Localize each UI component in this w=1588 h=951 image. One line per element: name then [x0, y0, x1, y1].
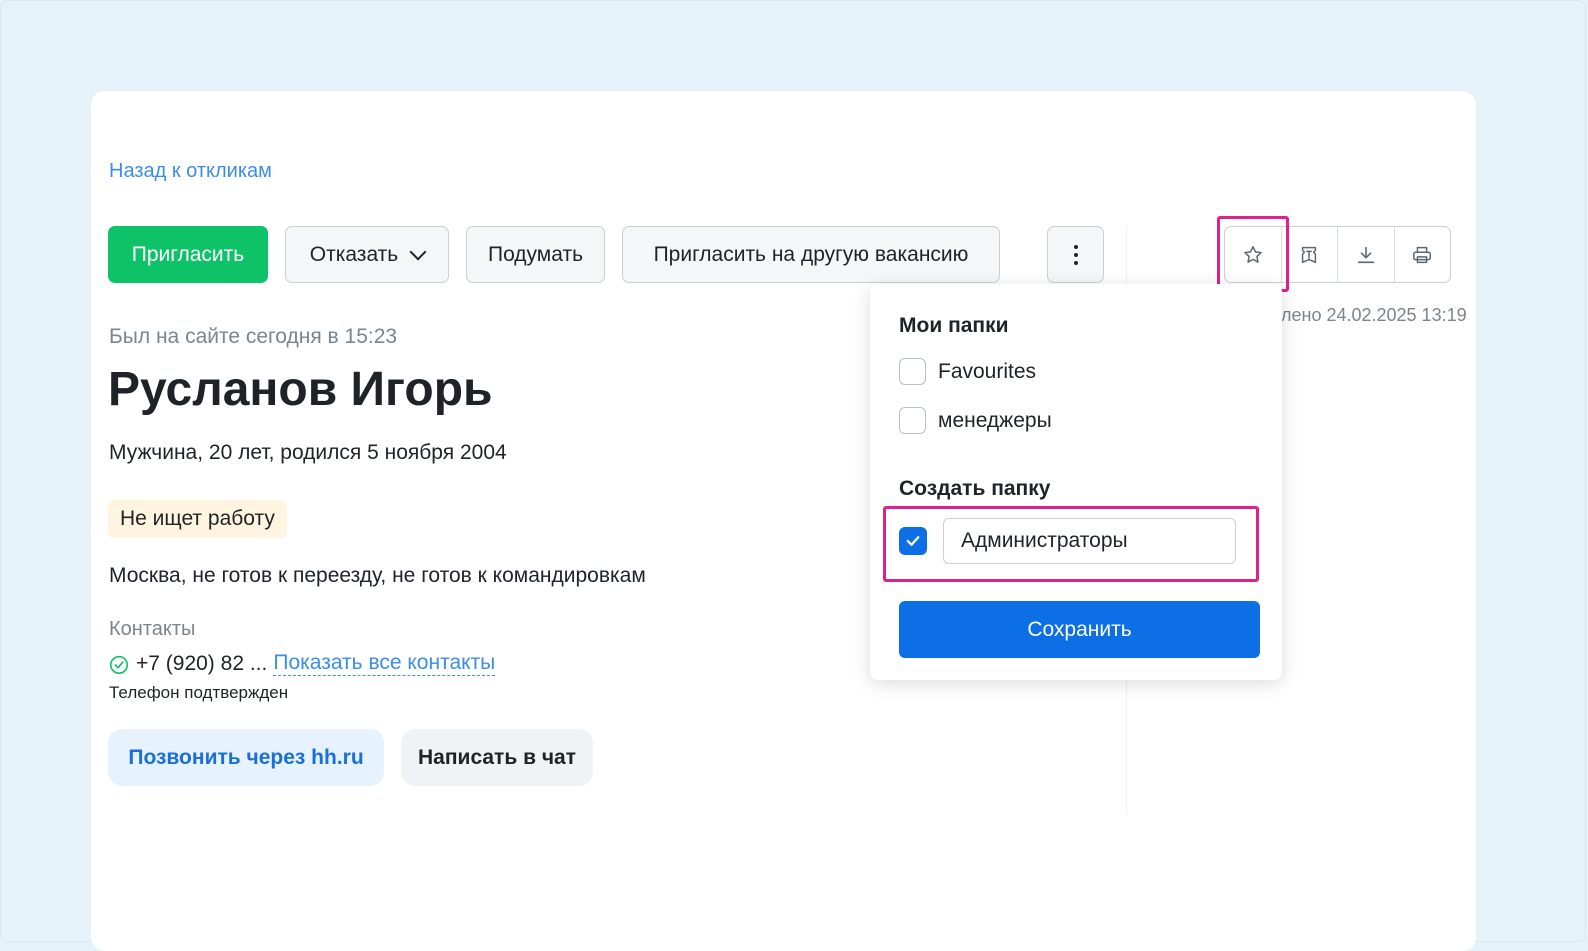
chevron-down-icon — [409, 243, 427, 261]
call-via-hh-button[interactable]: Позвонить через hh.ru — [108, 729, 384, 786]
verified-check-icon — [109, 655, 129, 674]
invite-button[interactable]: Пригласить — [108, 226, 268, 283]
download-button[interactable] — [1337, 227, 1394, 282]
folder-option-favourites[interactable]: Favourites — [899, 358, 1036, 385]
star-button-highlight — [1217, 216, 1289, 292]
show-all-contacts-link[interactable]: Показать все контакты — [273, 651, 496, 676]
folder-label: менеджеры — [938, 408, 1052, 432]
last-seen-text: Был на сайте сегодня в 15:23 — [109, 325, 398, 348]
save-button[interactable]: Сохранить — [899, 601, 1260, 658]
candidate-name: Русланов Игорь — [108, 363, 493, 416]
candidate-location: Москва, не готов к переезду, не готов к … — [109, 564, 646, 587]
candidate-details: Мужчина, 20 лет, родился 5 ноября 2004 — [109, 441, 507, 464]
create-folder-title: Создать папку — [899, 477, 1051, 500]
think-button[interactable]: Подумать — [466, 226, 605, 283]
print-button[interactable] — [1393, 227, 1451, 282]
invite-other-vacancy-button[interactable]: Пригласить на другую вакансию — [622, 226, 1000, 283]
folder-checkbox[interactable] — [899, 358, 926, 385]
more-actions-button[interactable] — [1047, 226, 1104, 283]
create-folder-highlight — [883, 506, 1259, 582]
phone-number: +7 (920) 82 ... — [136, 651, 268, 675]
reject-button-label: Отказать — [309, 242, 399, 266]
write-to-chat-button[interactable]: Написать в чат — [401, 729, 593, 786]
my-folders-title: Мои папки — [899, 314, 1009, 337]
back-to-responses-link[interactable]: Назад к откликам — [109, 160, 272, 183]
phone-row: +7 (920) 82 ... Показать все контакты — [108, 651, 496, 676]
folder-option-managers[interactable]: менеджеры — [899, 407, 1052, 434]
folder-label: Favourites — [938, 359, 1037, 383]
job-search-status-badge: Не ищет работу — [108, 500, 287, 538]
print-icon — [1413, 246, 1432, 263]
folders-popup: Мои папки Favourites менеджеры Создать п… — [870, 284, 1282, 680]
more-vertical-icon — [1073, 244, 1078, 265]
updated-date: лено 24.02.2025 13:19 — [1281, 305, 1467, 325]
folder-checkbox[interactable] — [899, 407, 926, 434]
reject-button[interactable]: Отказать — [285, 226, 449, 283]
phone-confirmed-text: Телефон подтвержден — [109, 683, 289, 702]
contacts-label: Контакты — [109, 618, 196, 640]
download-icon — [1357, 246, 1374, 263]
comment-icon — [1302, 246, 1317, 263]
